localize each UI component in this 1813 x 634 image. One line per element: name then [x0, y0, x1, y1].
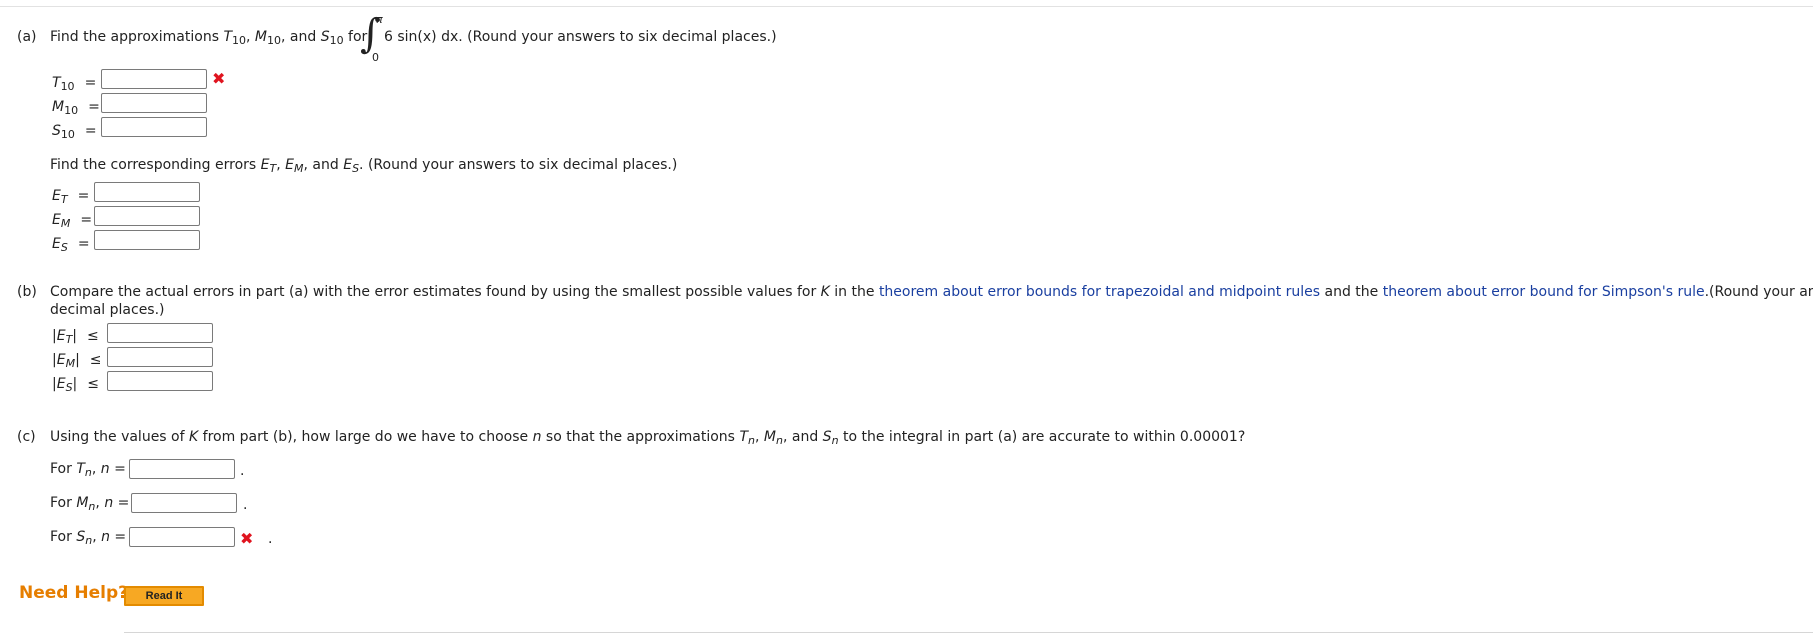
em-label: EM =: [52, 212, 93, 230]
simpson-theorem-link[interactable]: theorem about error bound for Simpson's …: [1383, 284, 1705, 300]
part-a-question: Find the approximations T10, M10, and S1…: [50, 29, 368, 47]
integral-upper-limit: π: [376, 13, 383, 26]
s10-input[interactable]: [101, 117, 207, 137]
abs-em-input[interactable]: [107, 347, 213, 367]
abs-em-label: |EM| ≤: [52, 352, 102, 370]
integral-lower-limit: 0: [372, 51, 379, 64]
top-divider: [0, 6, 1813, 7]
part-a-label: (a): [17, 29, 37, 45]
es-label: ES =: [52, 236, 90, 254]
part-c-label: (c): [17, 429, 36, 445]
abs-et-label: |ET| ≤: [52, 328, 99, 346]
x-mark-icon: ✖: [240, 529, 254, 548]
mn-input[interactable]: [131, 493, 237, 513]
part-b-question: Compare the actual errors in part (a) wi…: [50, 284, 1813, 300]
part-b-label: (b): [17, 284, 37, 300]
es-input[interactable]: [94, 230, 200, 250]
abs-es-label: |ES| ≤: [52, 376, 99, 394]
tn-period: .: [240, 463, 245, 479]
bottom-divider: [124, 632, 1813, 633]
read-it-button[interactable]: Read It: [124, 586, 204, 606]
t10-label: T10 =: [52, 75, 97, 93]
et-input[interactable]: [94, 182, 200, 202]
x-mark-icon: ✖: [212, 69, 226, 88]
abs-es-input[interactable]: [107, 371, 213, 391]
integrand-text: 6 sin(x) dx. (Round your answers to six …: [384, 29, 777, 45]
trapezoidal-midpoint-theorem-link[interactable]: theorem about error bounds for trapezoid…: [879, 284, 1320, 300]
part-b-question-cont: decimal places.): [50, 302, 165, 318]
abs-et-input[interactable]: [107, 323, 213, 343]
em-input[interactable]: [94, 206, 200, 226]
mn-period: .: [243, 497, 248, 513]
part-c-question: Using the values of K from part (b), how…: [50, 429, 1246, 447]
errors-question: Find the corresponding errors ET, EM, an…: [50, 157, 678, 175]
for-mn-label: For Mn, n =: [50, 495, 130, 513]
sn-period: .: [268, 531, 273, 547]
for-sn-label: For Sn, n =: [50, 529, 127, 547]
et-label: ET =: [52, 188, 90, 206]
m10-input[interactable]: [101, 93, 207, 113]
sn-input[interactable]: [129, 527, 235, 547]
s10-label: S10 =: [52, 123, 97, 141]
t10-input[interactable]: [101, 69, 207, 89]
tn-input[interactable]: [129, 459, 235, 479]
m10-label: M10 =: [52, 99, 100, 117]
for-tn-label: For Tn, n =: [50, 461, 126, 479]
need-help-label: Need Help?: [19, 583, 128, 603]
